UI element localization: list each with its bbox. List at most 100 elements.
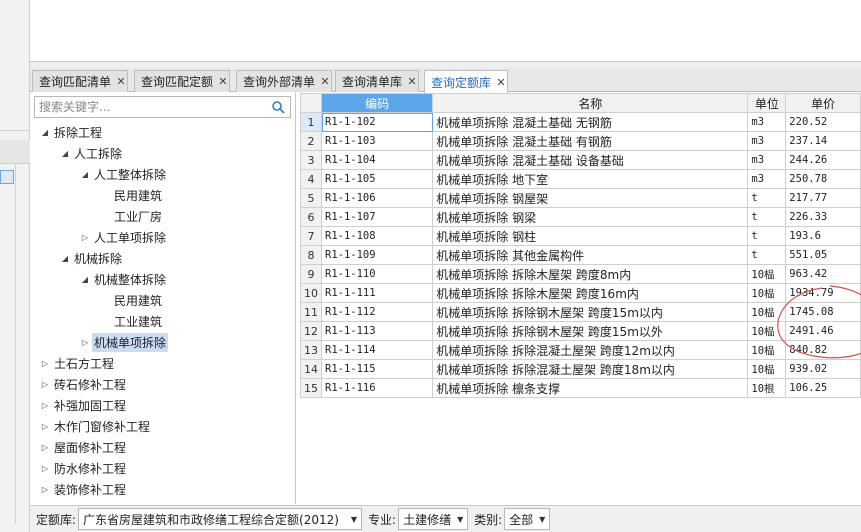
tab-query-quota-library[interactable]: 查询定额库 ✕ bbox=[424, 70, 509, 93]
table-row[interactable]: 3 R1-1-104 机械单项拆除 混凝土基础 设备基础 m3 244.26 bbox=[300, 150, 861, 170]
unit-cell[interactable]: 10榀 bbox=[747, 302, 787, 322]
tree-item[interactable]: ▷ 机械单项拆除 bbox=[78, 332, 169, 352]
name-cell[interactable]: 机械单项拆除 钢柱 bbox=[432, 226, 749, 246]
close-icon[interactable]: ✕ bbox=[319, 75, 331, 88]
table-row[interactable]: 4 R1-1-105 机械单项拆除 地下室 m3 250.78 bbox=[300, 169, 861, 189]
code-cell[interactable]: R1-1-108 bbox=[320, 226, 434, 246]
triangle-collapsed-icon[interactable]: ▷ bbox=[38, 485, 52, 494]
tree-item[interactable]: ▷ 砖石修补工程 bbox=[38, 374, 128, 394]
code-cell[interactable]: R1-1-110 bbox=[320, 264, 434, 284]
triangle-expanded-icon[interactable]: ◢ bbox=[78, 170, 92, 179]
unit-cell[interactable]: 10榀 bbox=[747, 321, 787, 341]
tab-query-list-library[interactable]: 查询清单库 ✕ bbox=[335, 70, 420, 92]
name-cell[interactable]: 机械单项拆除 混凝土基础 设备基础 bbox=[432, 150, 749, 170]
price-cell[interactable]: 106.25 bbox=[785, 378, 861, 398]
close-icon[interactable]: ✕ bbox=[217, 75, 229, 88]
row-number-cell[interactable]: 11 bbox=[300, 302, 322, 322]
price-cell[interactable]: 1934.79 bbox=[785, 283, 861, 303]
unit-cell[interactable]: t bbox=[747, 207, 787, 227]
table-row[interactable]: 5 R1-1-106 机械单项拆除 钢屋架 t 217.77 bbox=[300, 188, 861, 208]
code-cell[interactable]: R1-1-107 bbox=[320, 207, 434, 227]
tree-item[interactable]: 民用建筑 bbox=[98, 290, 164, 310]
row-number-cell[interactable]: 4 bbox=[300, 169, 322, 189]
close-icon[interactable]: ✕ bbox=[406, 75, 418, 88]
price-cell[interactable]: 237.14 bbox=[785, 131, 861, 151]
unit-cell[interactable]: m3 bbox=[747, 150, 787, 170]
tree-item[interactable]: ▷ 屋面修补工程 bbox=[38, 437, 128, 457]
tree-item[interactable]: 工业建筑 bbox=[98, 311, 164, 331]
code-cell[interactable]: R1-1-109 bbox=[320, 245, 434, 265]
row-number-cell[interactable]: 8 bbox=[300, 245, 322, 265]
triangle-collapsed-icon[interactable]: ▷ bbox=[38, 359, 52, 368]
code-cell[interactable]: R1-1-103 bbox=[320, 131, 434, 151]
triangle-collapsed-icon[interactable]: ▷ bbox=[38, 464, 52, 473]
price-cell[interactable]: 551.05 bbox=[785, 245, 861, 265]
triangle-collapsed-icon[interactable]: ▷ bbox=[38, 422, 52, 431]
table-row[interactable]: 13 R1-1-114 机械单项拆除 拆除混凝土屋架 跨度12m以内 10榀 840.8… bbox=[300, 340, 861, 360]
table-row[interactable]: 7 R1-1-108 机械单项拆除 钢柱 t 193.6 bbox=[300, 226, 861, 246]
code-cell[interactable]: R1-1-104 bbox=[320, 150, 434, 170]
unit-cell[interactable]: m3 bbox=[747, 169, 787, 189]
unit-cell[interactable]: 10榀 bbox=[747, 283, 787, 303]
price-cell[interactable]: 963.42 bbox=[785, 264, 861, 284]
tree-item[interactable]: ◢ 机械整体拆除 bbox=[78, 269, 168, 289]
table-row[interactable]: 10 R1-1-111 机械单项拆除 拆除木屋架 跨度16m内 10榀 1934.79 bbox=[300, 283, 861, 303]
search-icon[interactable] bbox=[271, 100, 285, 114]
price-cell[interactable]: 244.26 bbox=[785, 150, 861, 170]
tab-query-match-list[interactable]: 查询匹配清单 ✕ bbox=[32, 70, 129, 92]
tree-item[interactable]: ▷ 土石方工程 bbox=[38, 353, 116, 373]
row-number-cell[interactable]: 6 bbox=[300, 207, 322, 227]
triangle-collapsed-icon[interactable]: ▷ bbox=[38, 380, 52, 389]
unit-cell[interactable]: 10榀 bbox=[747, 264, 787, 284]
table-row[interactable]: 11 R1-1-112 机械单项拆除 拆除钢木屋架 跨度15m以内 10榀 1745.0… bbox=[300, 302, 861, 322]
triangle-expanded-icon[interactable]: ◢ bbox=[58, 254, 72, 263]
tree-item[interactable]: ▷ 防水修补工程 bbox=[38, 458, 128, 478]
triangle-collapsed-icon[interactable]: ▷ bbox=[78, 338, 92, 347]
unit-cell[interactable]: t bbox=[747, 188, 787, 208]
price-cell[interactable]: 250.78 bbox=[785, 169, 861, 189]
price-cell[interactable]: 217.77 bbox=[785, 188, 861, 208]
name-cell[interactable]: 机械单项拆除 拆除钢木屋架 跨度15m以外 bbox=[432, 321, 749, 341]
row-number-cell[interactable]: 9 bbox=[300, 264, 322, 284]
name-cell[interactable]: 机械单项拆除 拆除木屋架 跨度16m内 bbox=[432, 283, 749, 303]
table-row[interactable]: 15 R1-1-116 机械单项拆除 檩条支撑 10根 106.25 bbox=[300, 378, 861, 398]
code-cell[interactable]: R1-1-113 bbox=[320, 321, 434, 341]
price-cell[interactable]: 840.82 bbox=[785, 340, 861, 360]
row-number-cell[interactable]: 1 bbox=[300, 112, 322, 132]
code-cell[interactable]: R1-1-116 bbox=[320, 378, 434, 398]
table-row[interactable]: 9 R1-1-110 机械单项拆除 拆除木屋架 跨度8m内 10榀 963.42 bbox=[300, 264, 861, 284]
tree-item[interactable]: ▷ 装饰修补工程 bbox=[38, 479, 128, 499]
tree-item[interactable]: ▷ 人工单项拆除 bbox=[78, 227, 168, 247]
tree-item[interactable]: ▷ 木作门窗修补工程 bbox=[38, 416, 152, 436]
close-icon[interactable]: ✕ bbox=[495, 76, 507, 89]
tab-query-match-quota[interactable]: 查询匹配定额 ✕ bbox=[134, 70, 231, 92]
column-header-price[interactable]: 单价 bbox=[785, 93, 861, 113]
price-cell[interactable]: 1745.08 bbox=[785, 302, 861, 322]
tree-item[interactable]: 民用建筑 bbox=[98, 185, 164, 205]
tree-item[interactable]: ◢ 人工拆除 bbox=[58, 143, 124, 163]
category-select[interactable]: 全部 ▼ bbox=[504, 508, 551, 530]
price-cell[interactable]: 2491.46 bbox=[785, 321, 861, 341]
table-row[interactable]: 2 R1-1-103 机械单项拆除 混凝土基础 有钢筋 m3 237.14 bbox=[300, 131, 861, 151]
code-cell[interactable]: R1-1-106 bbox=[320, 188, 434, 208]
unit-cell[interactable]: 10榀 bbox=[747, 340, 787, 360]
name-cell[interactable]: 机械单项拆除 拆除混凝土屋架 跨度12m以内 bbox=[432, 340, 749, 360]
triangle-collapsed-icon[interactable]: ▷ bbox=[38, 443, 52, 452]
unit-cell[interactable]: t bbox=[747, 245, 787, 265]
code-cell[interactable]: R1-1-105 bbox=[320, 169, 434, 189]
price-cell[interactable]: 939.02 bbox=[785, 359, 861, 379]
code-cell[interactable]: R1-1-102 bbox=[320, 112, 434, 132]
unit-cell[interactable]: t bbox=[747, 226, 787, 246]
name-cell[interactable]: 机械单项拆除 拆除钢木屋架 跨度15m以内 bbox=[432, 302, 749, 322]
unit-cell[interactable]: 10榀 bbox=[747, 359, 787, 379]
unit-cell[interactable]: m3 bbox=[747, 131, 787, 151]
row-number-cell[interactable]: 5 bbox=[300, 188, 322, 208]
code-cell[interactable]: R1-1-115 bbox=[320, 359, 434, 379]
name-cell[interactable]: 机械单项拆除 拆除木屋架 跨度8m内 bbox=[432, 264, 749, 284]
name-cell[interactable]: 机械单项拆除 混凝土基础 无钢筋 bbox=[432, 112, 749, 132]
row-number-cell[interactable]: 13 bbox=[300, 340, 322, 360]
corner-header[interactable] bbox=[300, 93, 322, 113]
name-cell[interactable]: 机械单项拆除 拆除混凝土屋架 跨度18m以内 bbox=[432, 359, 749, 379]
tree-item[interactable]: ◢ 机械拆除 bbox=[58, 248, 124, 268]
name-cell[interactable]: 机械单项拆除 混凝土基础 有钢筋 bbox=[432, 131, 749, 151]
